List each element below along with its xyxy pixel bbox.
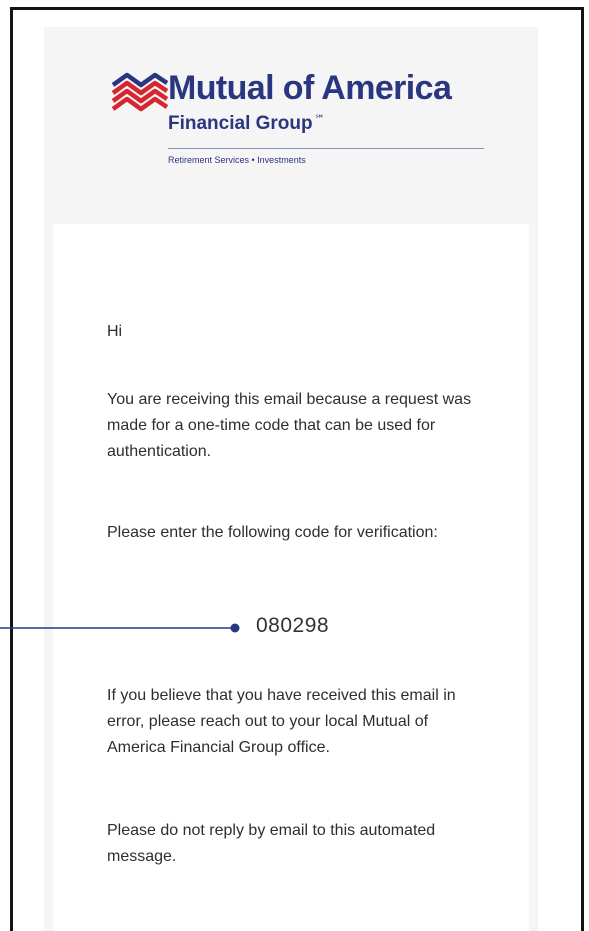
greeting-text: Hi: [107, 323, 123, 340]
brand-title: Mutual of America: [168, 69, 452, 107]
error-notice-paragraph: If you believe that you have received th…: [107, 687, 456, 756]
logo-divider: [168, 148, 484, 149]
flag-logo-icon: [111, 72, 169, 112]
brand-subtitle: Financial Group ℠: [168, 109, 325, 135]
email-header: Mutual of America Financial Group ℠ Retir…: [44, 27, 538, 217]
intro-paragraph: You are receiving this email because a r…: [107, 391, 472, 460]
service-mark: ℠: [314, 114, 325, 125]
instruction-paragraph: Please enter the following code for veri…: [107, 524, 438, 541]
brand-subtitle-text: Financial Group: [168, 113, 313, 134]
email-container: Mutual of America Financial Group ℠ Retir…: [44, 27, 538, 931]
verification-code: 080298: [256, 614, 330, 637]
brand-tagline: Retirement Services • Investments: [168, 155, 306, 165]
no-reply-paragraph: Please do not reply by email to this aut…: [107, 822, 436, 865]
